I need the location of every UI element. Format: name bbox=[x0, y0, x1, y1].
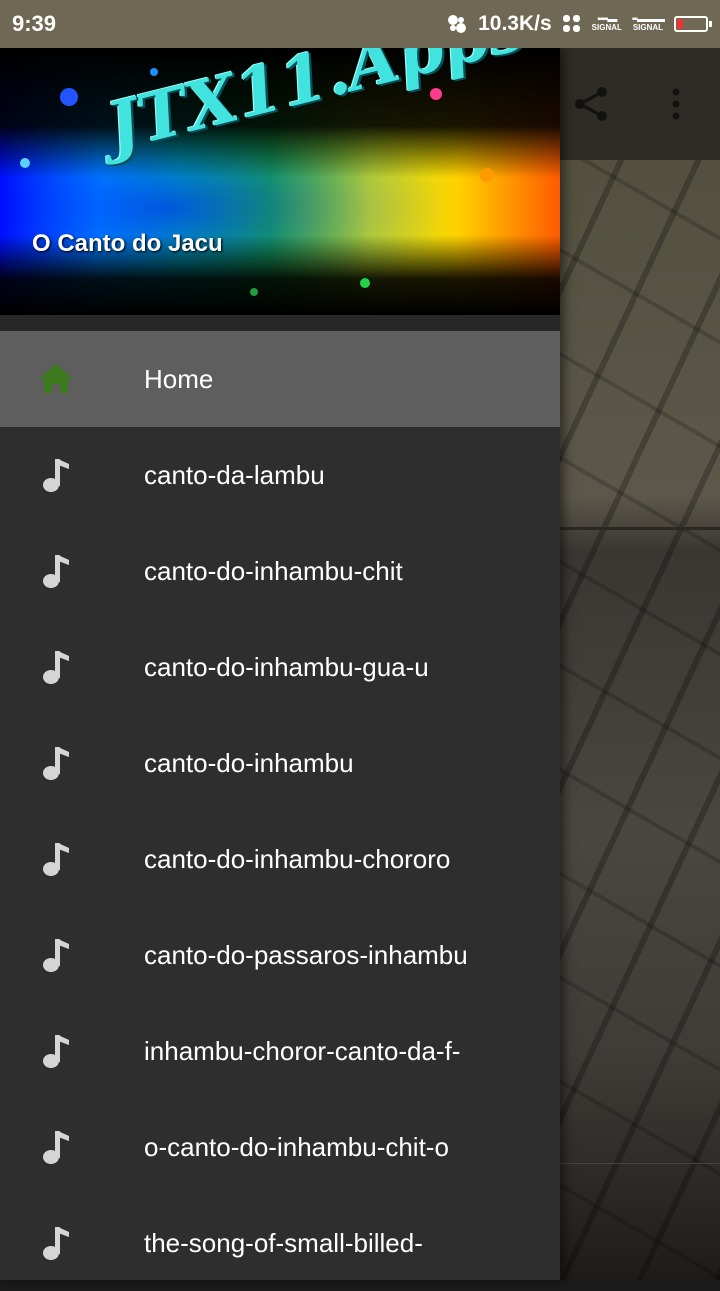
menu-item-label: canto-do-inhambu-chit bbox=[144, 555, 403, 586]
network-speed: 10.3K/s bbox=[478, 12, 552, 35]
music-note-icon bbox=[43, 1035, 69, 1068]
paint-splatter bbox=[20, 158, 30, 168]
drawer-separator bbox=[0, 315, 560, 331]
paint-splatter bbox=[360, 278, 370, 288]
home-icon bbox=[39, 364, 73, 393]
menu-item-label: canto-do-inhambu bbox=[144, 747, 354, 778]
battery-icon bbox=[674, 16, 712, 32]
menu-item-home[interactable]: Home bbox=[0, 331, 560, 427]
menu-item-inhambu-choror-canto-da-f[interactable]: inhambu-choror-canto-da-f- bbox=[0, 1003, 560, 1099]
drawer-menu: Home canto-da-lambu canto-do-inhambu-chi… bbox=[0, 331, 560, 1291]
menu-item-label: canto-do-inhambu-gua-u bbox=[144, 651, 429, 682]
music-note-icon bbox=[43, 555, 69, 588]
paint-splatter bbox=[60, 88, 78, 106]
paint-splatter bbox=[480, 168, 494, 182]
drawer-subtitle: O Canto do Jacu bbox=[32, 230, 223, 257]
apps-icon bbox=[562, 15, 580, 32]
music-note-icon bbox=[43, 651, 69, 684]
status-bar: 9:39 10.3K/s ▪▪▪▪▬ SIGNAL ▪▪▬▬▬ SIGNAL bbox=[0, 0, 720, 48]
menu-item-label: canto-da-lambu bbox=[144, 459, 325, 490]
menu-item-o-canto-do-inhambu-chit-o[interactable]: o-canto-do-inhambu-chit-o bbox=[0, 1099, 560, 1195]
menu-item-canto-do-inhambu[interactable]: canto-do-inhambu bbox=[0, 715, 560, 811]
more-vert-icon[interactable] bbox=[664, 84, 688, 124]
paint-splatter bbox=[250, 288, 258, 296]
menu-item-label: inhambu-choror-canto-da-f- bbox=[144, 1035, 461, 1066]
music-note-icon bbox=[43, 459, 69, 492]
menu-item-label: canto-do-inhambu-chororo bbox=[144, 843, 451, 874]
status-icons: 10.3K/s ▪▪▪▪▬ SIGNAL ▪▪▬▬▬ SIGNAL bbox=[446, 12, 712, 36]
signal-label: SIGNAL bbox=[591, 23, 622, 32]
music-note-icon bbox=[43, 939, 69, 972]
menu-item-label: o-canto-do-inhambu-chit-o bbox=[144, 1131, 449, 1162]
menu-item-canto-do-inhambu-gua-u[interactable]: canto-do-inhambu-gua-u bbox=[0, 619, 560, 715]
music-note-icon bbox=[43, 1227, 69, 1260]
notification-icon bbox=[448, 15, 467, 33]
music-note-icon bbox=[43, 747, 69, 780]
navigation-drawer: JTX11.Apps O Canto do Jacu Home canto-da… bbox=[0, 48, 560, 1280]
menu-item-label: Home bbox=[144, 363, 214, 394]
menu-item-canto-do-passaros-inhambu[interactable]: canto-do-passaros-inhambu bbox=[0, 907, 560, 1003]
share-icon[interactable] bbox=[572, 84, 612, 124]
music-note-icon bbox=[43, 1131, 69, 1164]
menu-item-the-song-of-small-billed[interactable]: the-song-of-small-billed- bbox=[0, 1195, 560, 1291]
signal-label: SIGNAL bbox=[632, 23, 664, 32]
menu-item-label: canto-do-passaros-inhambu bbox=[144, 939, 468, 970]
signal-1: ▪▪▪▪▬ SIGNAL bbox=[591, 15, 622, 32]
status-time: 9:39 bbox=[12, 11, 57, 36]
music-note-icon bbox=[43, 843, 69, 876]
menu-item-canto-da-lambu[interactable]: canto-da-lambu bbox=[0, 427, 560, 523]
menu-item-canto-do-inhambu-chororo[interactable]: canto-do-inhambu-chororo bbox=[0, 811, 560, 907]
menu-item-canto-do-inhambu-chit[interactable]: canto-do-inhambu-chit bbox=[0, 523, 560, 619]
menu-item-label: the-song-of-small-billed- bbox=[144, 1227, 423, 1258]
paint-splatter bbox=[430, 88, 442, 100]
signal-2: ▪▪▬▬▬ SIGNAL bbox=[632, 15, 665, 32]
drawer-header: JTX11.Apps O Canto do Jacu bbox=[0, 48, 560, 315]
